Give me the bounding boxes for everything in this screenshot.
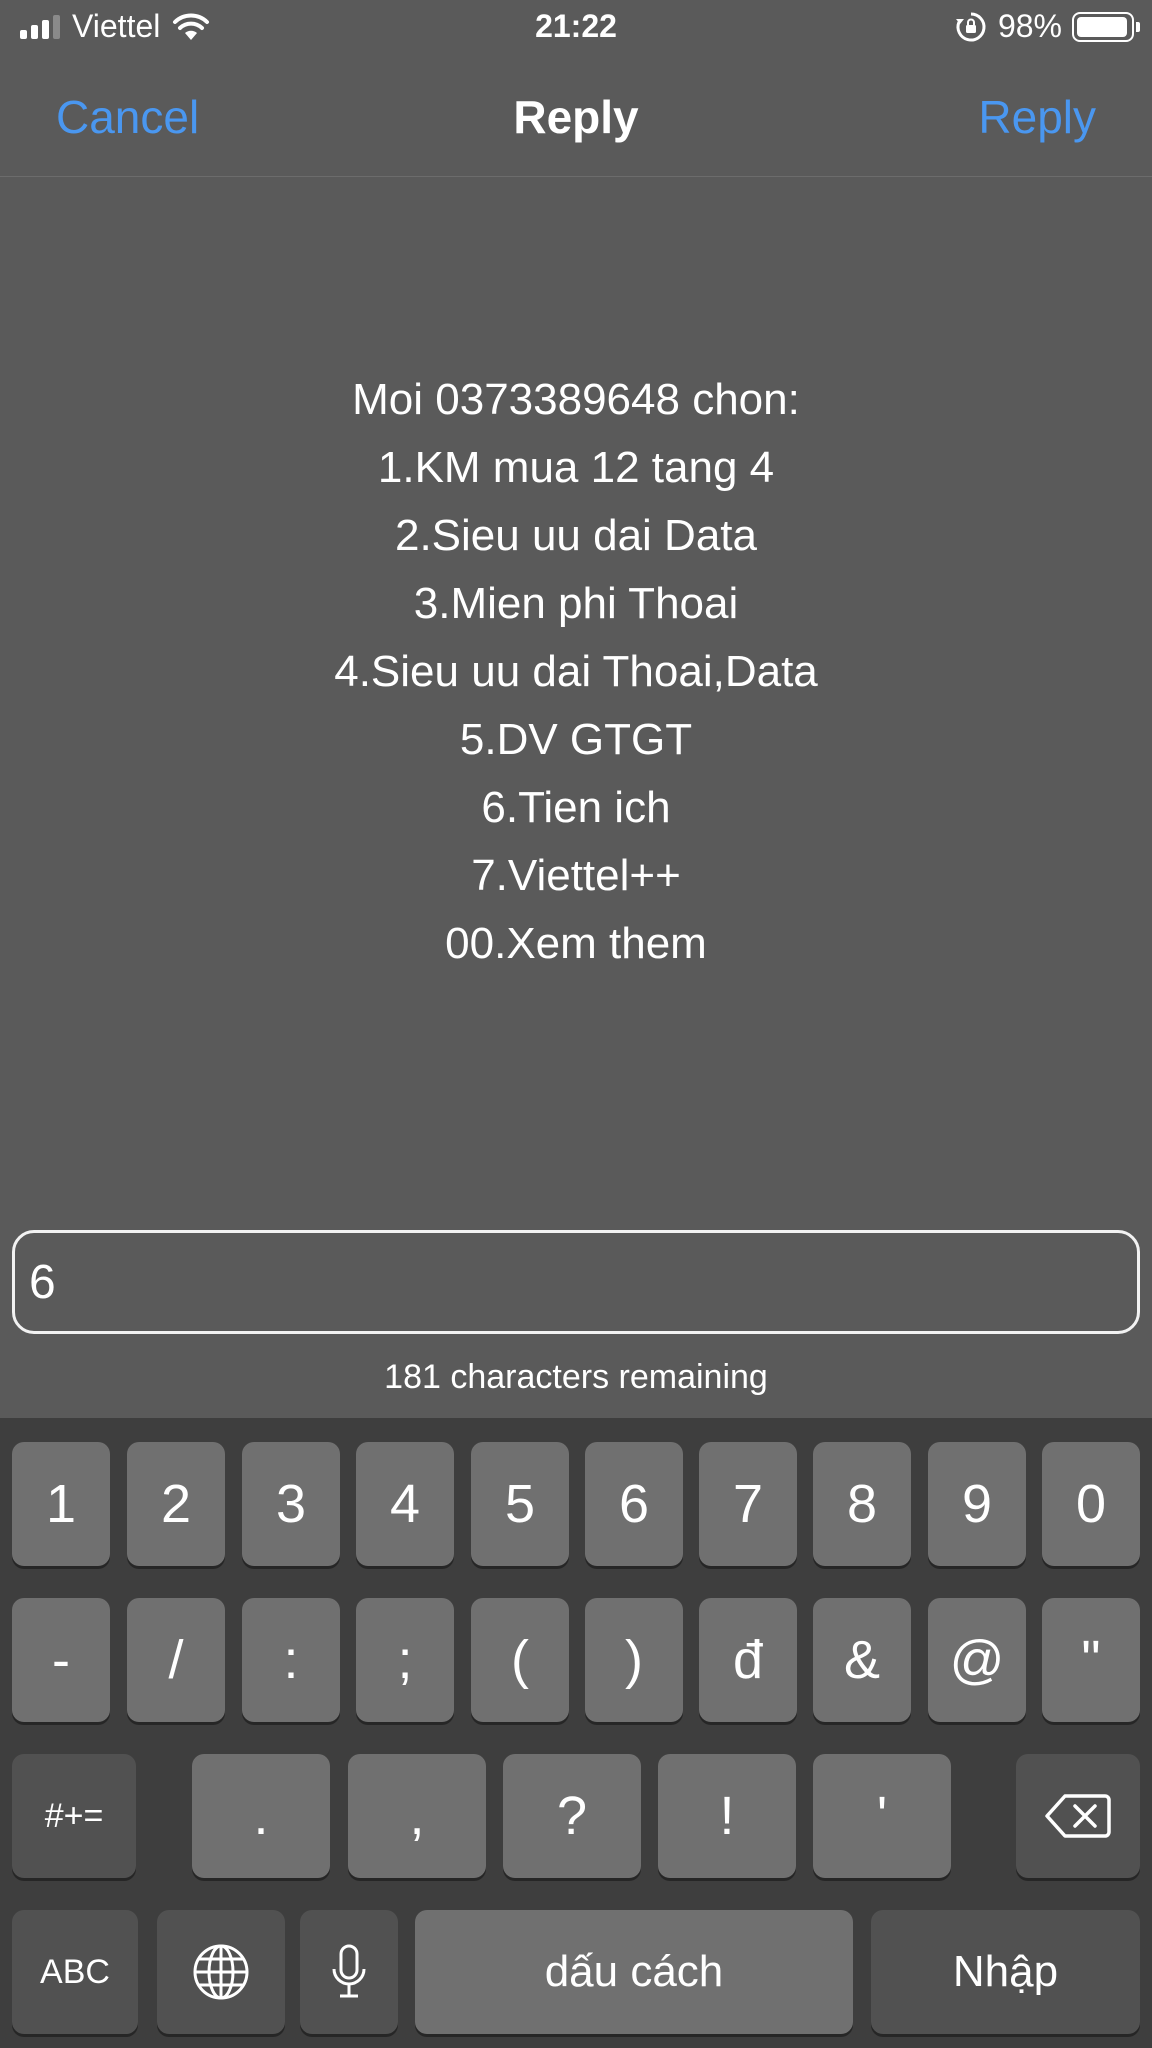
ussd-message: Moi 0373389648 chon: 1.KM mua 12 tang 4 … (0, 366, 1152, 978)
key-close-paren[interactable]: ) (585, 1598, 683, 1722)
key-apostrophe[interactable]: ' (813, 1754, 951, 1878)
key-semicolon[interactable]: ; (356, 1598, 454, 1722)
message-line: 1.KM mua 12 tang 4 (377, 443, 775, 492)
space-key[interactable]: dấu cách (415, 1910, 853, 2034)
key-comma[interactable]: , (348, 1754, 486, 1878)
reply-input[interactable]: 6 (12, 1230, 1140, 1334)
key-0[interactable]: 0 (1042, 1442, 1140, 1566)
characters-remaining: 181 characters remaining (384, 1358, 768, 1396)
message-line: Moi 0373389648 chon: (352, 375, 800, 424)
key-colon[interactable]: : (242, 1598, 340, 1722)
key-open-paren[interactable]: ( (471, 1598, 569, 1722)
key-period[interactable]: . (192, 1754, 330, 1878)
keyboard: 1 2 3 4 5 6 7 8 9 0 - / : ; ( ) đ & @ " … (0, 1418, 1152, 2048)
key-6[interactable]: 6 (585, 1442, 683, 1566)
globe-key[interactable] (157, 1910, 285, 2034)
message-line: 00.Xem them (445, 919, 707, 968)
key-3[interactable]: 3 (242, 1442, 340, 1566)
more-symbols-key[interactable]: #+= (12, 1754, 136, 1878)
battery-icon (1072, 11, 1140, 42)
microphone-icon (332, 1944, 366, 1998)
key-quote[interactable]: " (1042, 1598, 1140, 1722)
key-8[interactable]: 8 (813, 1442, 911, 1566)
key-question[interactable]: ? (503, 1754, 641, 1878)
battery-percent: 98% (997, 8, 1062, 44)
message-line: 6.Tien ich (481, 783, 671, 832)
key-exclamation[interactable]: ! (658, 1754, 796, 1878)
message-line: 3.Mien phi Thoai (413, 579, 739, 628)
key-5[interactable]: 5 (471, 1442, 569, 1566)
key-at[interactable]: @ (928, 1598, 1026, 1722)
status-bar: Viettel 21:22 98% (0, 0, 1152, 58)
message-line: 7.Viettel++ (471, 851, 681, 900)
reply-input-value: 6 (29, 1255, 56, 1309)
key-4[interactable]: 4 (356, 1442, 454, 1566)
key-2[interactable]: 2 (127, 1442, 225, 1566)
return-key[interactable]: Nhập (871, 1910, 1140, 2034)
reply-button[interactable]: Reply (978, 90, 1096, 144)
dictation-key[interactable] (300, 1910, 398, 2034)
key-ampersand[interactable]: & (813, 1598, 911, 1722)
message-line: 4.Sieu uu dai Thoai,Data (334, 647, 818, 696)
backspace-icon (1045, 1794, 1111, 1838)
key-9[interactable]: 9 (928, 1442, 1026, 1566)
globe-icon (193, 1944, 249, 2000)
rotation-lock-icon (955, 12, 986, 41)
key-1[interactable]: 1 (12, 1442, 110, 1566)
status-right: 98% (954, 8, 1140, 45)
navigation-bar: Cancel Reply Reply (0, 58, 1152, 177)
key-7[interactable]: 7 (699, 1442, 797, 1566)
delete-key[interactable] (1016, 1754, 1140, 1878)
key-dong[interactable]: đ (699, 1598, 797, 1722)
key-slash[interactable]: / (127, 1598, 225, 1722)
key-hyphen[interactable]: - (12, 1598, 110, 1722)
message-line: 2.Sieu uu dai Data (394, 511, 758, 560)
abc-key[interactable]: ABC (12, 1910, 138, 2034)
message-line: 5.DV GTGT (459, 715, 693, 764)
